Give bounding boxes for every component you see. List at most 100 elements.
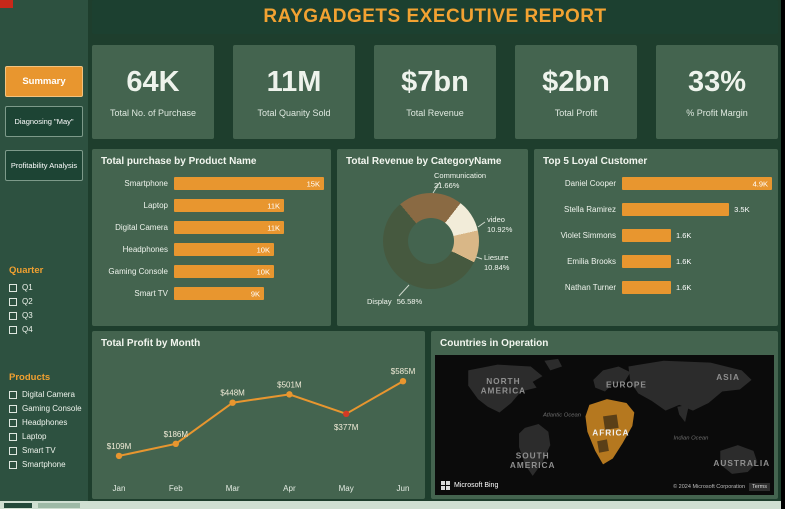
bar[interactable]: 10K bbox=[174, 243, 274, 256]
report-header: RAYGADGETS EXECUTIVE REPORT bbox=[92, 0, 778, 34]
bar-value-label: 1.6K bbox=[676, 231, 691, 240]
bar-value-label: 15K bbox=[307, 179, 320, 188]
map-copyright: © 2024 Microsoft Corporation Terms bbox=[673, 483, 770, 491]
checkbox-icon[interactable] bbox=[9, 433, 17, 441]
donut-chart[interactable] bbox=[383, 193, 479, 289]
checkbox-label: Q4 bbox=[22, 325, 33, 334]
kpi-value: $2bn bbox=[542, 66, 610, 99]
kpi-total-purchases[interactable]: 64K Total No. of Purchase bbox=[92, 45, 214, 139]
bar-category-label: Laptop bbox=[96, 201, 168, 210]
report-canvas: Summary Diagnosing "May" Profitability A… bbox=[0, 0, 781, 501]
kpi-total-profit[interactable]: $2bn Total Profit bbox=[515, 45, 637, 139]
data-point-highlighted[interactable] bbox=[343, 411, 349, 417]
point-value-label: $109M bbox=[107, 442, 132, 451]
quarter-option[interactable]: Q1 bbox=[9, 283, 43, 292]
microsoft-logo-icon bbox=[441, 481, 450, 490]
kpi-profit-margin[interactable]: 33% % Profit Margin bbox=[656, 45, 778, 139]
product-option[interactable]: Gaming Console bbox=[9, 404, 82, 413]
bar[interactable] bbox=[622, 203, 729, 216]
map-label-europe: EUROPE bbox=[606, 381, 647, 390]
bar-value-label: 9K bbox=[251, 289, 260, 298]
world-map[interactable]: NORTH AMERICA EUROPE ASIA SOUTH AMERICA … bbox=[435, 355, 774, 495]
panel-revenue-by-category: Total Revenue by CategoryName Communicat… bbox=[337, 149, 528, 326]
bar[interactable]: 11K bbox=[174, 199, 284, 212]
map-label-africa: AFRICA bbox=[592, 429, 629, 438]
data-point[interactable] bbox=[173, 441, 179, 447]
nav-diagnosing-may-button[interactable]: Diagnosing "May" bbox=[5, 106, 83, 137]
product-option[interactable]: Smartphone bbox=[9, 460, 82, 469]
donut-label-display: Display 56.58% bbox=[367, 297, 425, 307]
panel-countries-map: Countries in Operation bbox=[431, 331, 778, 499]
quarter-filter-list: Q1 Q2 Q3 Q4 bbox=[9, 283, 43, 334]
data-point[interactable] bbox=[229, 399, 235, 405]
month-label: Jun bbox=[397, 484, 410, 493]
quarter-filter: Quarter Q1Q2Q3Q4 bbox=[9, 265, 43, 339]
product-option[interactable]: Digital Camera bbox=[9, 390, 82, 399]
slice-pct: 56.58% bbox=[397, 297, 422, 306]
kpi-value: 33% bbox=[688, 66, 746, 99]
bar[interactable]: 15K bbox=[174, 177, 324, 190]
bar[interactable] bbox=[622, 281, 671, 294]
product-option[interactable]: Laptop bbox=[9, 432, 82, 441]
nav-profitability-analysis-button[interactable]: Profitability Analysis bbox=[5, 150, 83, 181]
terms-link[interactable]: Terms bbox=[749, 483, 770, 491]
slice-pct: 21.66% bbox=[434, 181, 486, 191]
bar-row: Gaming Console10K bbox=[96, 265, 325, 278]
product-option[interactable]: Headphones bbox=[9, 418, 82, 427]
kpi-value: 11M bbox=[267, 66, 322, 99]
bar[interactable]: 11K bbox=[174, 221, 284, 234]
point-value-label: $501M bbox=[277, 380, 302, 389]
world-map-svg: NORTH AMERICA EUROPE ASIA SOUTH AMERICA … bbox=[435, 355, 774, 495]
page-tab[interactable] bbox=[4, 503, 32, 508]
quarter-option[interactable]: Q4 bbox=[9, 325, 43, 334]
quarter-option[interactable]: Q2 bbox=[9, 297, 43, 306]
checkbox-icon[interactable] bbox=[9, 447, 17, 455]
profit-line-chart[interactable]: $109MJan$186MFeb$448MMar$501MApr$377MMay… bbox=[92, 353, 425, 495]
checkbox-icon[interactable] bbox=[9, 461, 17, 469]
panel-top-customers: Top 5 Loyal Customer Daniel Cooper4.9KSt… bbox=[534, 149, 778, 326]
checkbox-icon[interactable] bbox=[9, 312, 17, 320]
bar[interactable] bbox=[622, 229, 671, 242]
bar-row: Violet Simmons1.6K bbox=[538, 229, 772, 242]
data-point[interactable] bbox=[116, 453, 122, 459]
bar[interactable]: 10K bbox=[174, 265, 274, 278]
page-tab-bar[interactable] bbox=[0, 501, 781, 509]
kpi-value: 64K bbox=[126, 66, 179, 99]
checkbox-icon[interactable] bbox=[9, 391, 17, 399]
panel-title: Total Profit by Month bbox=[92, 331, 425, 353]
page-tab[interactable] bbox=[38, 503, 80, 508]
kpi-label: Total Profit bbox=[555, 108, 598, 118]
nav-summary-button[interactable]: Summary bbox=[5, 66, 83, 97]
kpi-quantity-sold[interactable]: 11M Total Quanity Sold bbox=[233, 45, 355, 139]
panel-title: Total Revenue by CategoryName bbox=[337, 149, 528, 171]
checkbox-label: Q2 bbox=[22, 297, 33, 306]
bing-attribution: Microsoft Bing bbox=[441, 481, 498, 490]
donut-label-video: video 10.92% bbox=[487, 215, 512, 235]
sidebar: Summary Diagnosing "May" Profitability A… bbox=[0, 0, 88, 501]
checkbox-icon[interactable] bbox=[9, 298, 17, 306]
kpi-label: Total No. of Purchase bbox=[110, 108, 196, 118]
checkbox-label: Smart TV bbox=[22, 446, 56, 455]
quarter-option[interactable]: Q3 bbox=[9, 311, 43, 320]
bar-category-label: Nathan Turner bbox=[538, 283, 616, 292]
checkbox-icon[interactable] bbox=[9, 326, 17, 334]
kpi-label: Total Revenue bbox=[406, 108, 464, 118]
bar-category-label: Smartphone bbox=[96, 179, 168, 188]
checkbox-icon[interactable] bbox=[9, 284, 17, 292]
checkbox-icon[interactable] bbox=[9, 405, 17, 413]
bing-logo-text: Microsoft Bing bbox=[454, 482, 498, 489]
bar[interactable] bbox=[622, 255, 671, 268]
kpi-label: % Profit Margin bbox=[686, 108, 748, 118]
bar-category-label: Stella Ramirez bbox=[538, 205, 616, 214]
checkbox-icon[interactable] bbox=[9, 419, 17, 427]
month-label: May bbox=[339, 484, 354, 493]
product-option[interactable]: Smart TV bbox=[9, 446, 82, 455]
kpi-total-revenue[interactable]: $7bn Total Revenue bbox=[374, 45, 496, 139]
bar[interactable]: 4.9K bbox=[622, 177, 772, 190]
point-value-label: $186M bbox=[164, 430, 189, 439]
data-point[interactable] bbox=[400, 378, 406, 384]
point-value-label: $448M bbox=[220, 389, 245, 398]
data-point[interactable] bbox=[286, 391, 292, 397]
bar-value-label: 10K bbox=[257, 245, 270, 254]
bar[interactable]: 9K bbox=[174, 287, 264, 300]
